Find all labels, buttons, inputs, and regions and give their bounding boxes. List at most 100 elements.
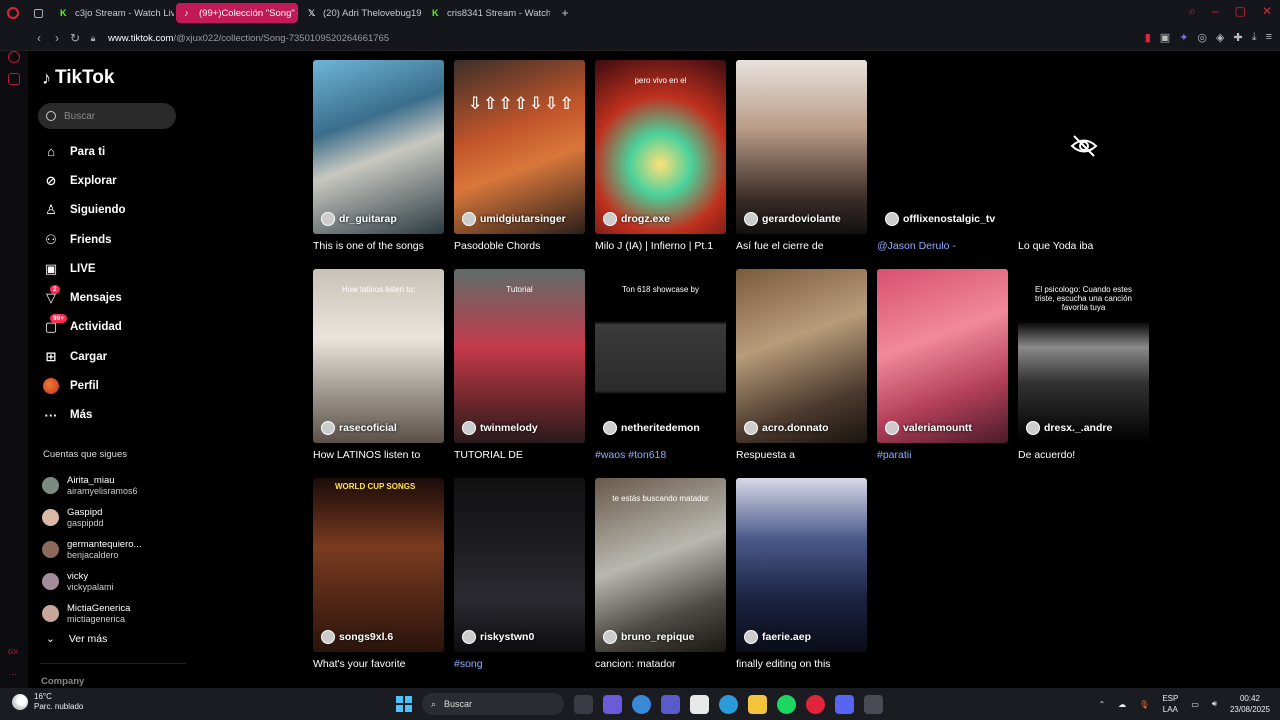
easy-setup-icon[interactable]: ≡ — [1266, 31, 1272, 44]
video-thumbnail[interactable]: riskystwn0 — [454, 478, 585, 652]
nav-item-actividad[interactable]: ▢ 99+ Actividad — [42, 313, 126, 342]
following-account[interactable]: Airita_miau airamyelisramos6 — [42, 469, 141, 501]
following-account[interactable]: Gaspipd gaspipdd — [42, 501, 141, 533]
browser-tab[interactable]: Kc3jo Stream - Watch Live — [52, 3, 174, 23]
video-card[interactable]: ⇩⇧⇧⇧⇩⇩⇧ umidgiutarsinger Pasodoble Chords — [454, 60, 585, 252]
language-indicator[interactable]: ESP LAA — [1162, 693, 1178, 715]
teams-icon[interactable] — [661, 694, 680, 714]
video-caption: @Jason Derulo - — [877, 240, 956, 252]
copilot-icon[interactable] — [603, 694, 622, 714]
maximize-icon[interactable]: ▢ — [1235, 4, 1246, 19]
video-thumbnail[interactable]: gerardoviolante — [736, 60, 867, 234]
video-card[interactable]: te estás buscando matador bruno_repique ca… — [595, 478, 726, 670]
video-card[interactable]: Ton 618 showcase by netheritedemon #waos #… — [595, 269, 726, 461]
sidebar-app-icon[interactable] — [8, 51, 20, 63]
nav-item-cargar[interactable]: ⊞ Cargar — [42, 342, 126, 371]
files-icon[interactable] — [748, 694, 767, 714]
nav-item-mensajes[interactable]: ▽ 2 Mensajes — [42, 283, 126, 312]
url-field[interactable]: www.tiktok.com/@xjux022/collection/Song-… — [108, 33, 389, 44]
video-card[interactable]: WORLD CUP SONGS songs9xl.6 What's your fav… — [313, 478, 444, 670]
video-thumbnail[interactable]: offlixenostalgic_tv — [877, 60, 1008, 234]
video-card[interactable]: offlixenostalgic_tv @Jason Derulo - — [877, 60, 1008, 252]
chevron-up-icon[interactable]: ⌃ — [1098, 700, 1105, 709]
spotify-icon[interactable] — [777, 694, 796, 714]
back-icon[interactable]: ‹ — [30, 31, 48, 45]
weather-widget[interactable]: 16°C Parc. nublado — [12, 692, 83, 712]
video-thumbnail[interactable]: Tutorial twinmelody — [454, 269, 585, 443]
reload-icon[interactable]: ↻ — [66, 31, 84, 45]
browser-tab[interactable]: ♪ (99+)Colección "Song" c — [176, 3, 298, 23]
nav-item-explorar[interactable]: ⊘ Explorar — [42, 166, 126, 195]
video-card[interactable]: How latinos listen to: rasecoficial How LA… — [313, 269, 444, 461]
video-card[interactable]: faerie.aep finally editing on this — [736, 478, 867, 670]
see-more-button[interactable]: ⌄ Ver más — [46, 633, 107, 645]
video-card[interactable]: Tutorial twinmelody TUTORIAL DE — [454, 269, 585, 461]
download-icon[interactable]: ⤓ — [1252, 31, 1257, 44]
sidebar-app-icon[interactable]: GX — [8, 649, 20, 661]
forward-icon[interactable]: › — [48, 31, 66, 45]
extension-icon[interactable]: ◎ — [1197, 31, 1207, 44]
video-thumbnail[interactable]: El psicologo: Cuando estes triste, escuc… — [1018, 269, 1149, 443]
video-thumbnail[interactable]: te estás buscando matador bruno_repique — [595, 478, 726, 652]
video-card[interactable]: gerardoviolante Así fue el cierre de — [736, 60, 867, 252]
sidebar-app-icon[interactable] — [8, 73, 20, 85]
nav-item-siguiendo[interactable]: ♙ Siguiendo — [42, 196, 125, 225]
taskbar-search[interactable]: ⌕ Buscar — [422, 693, 564, 715]
nav-item-friends[interactable]: ⚇ Friends — [42, 225, 126, 254]
new-tab-button[interactable]: + — [556, 4, 574, 22]
workspace-icon[interactable] — [28, 3, 50, 23]
extension-icon[interactable]: ◈ — [1216, 31, 1224, 44]
minimize-icon[interactable]: – — [1212, 4, 1219, 19]
chrome-icon[interactable] — [632, 694, 651, 714]
video-thumbnail[interactable]: valeriamountt — [877, 269, 1008, 443]
opera-icon[interactable] — [806, 694, 825, 714]
extension-icon[interactable]: ✦ — [1179, 31, 1188, 44]
video-card[interactable]: pero vivo en el drogz.exe Milo J (IA) | In… — [595, 60, 726, 252]
store-icon[interactable] — [690, 694, 709, 714]
nav-item-mas[interactable]: ··· Más — [42, 401, 126, 430]
video-thumbnail[interactable]: faerie.aep — [736, 478, 867, 652]
video-card[interactable]: riskystwn0 #song — [454, 478, 585, 670]
sidebar-more-icon[interactable]: ··· — [8, 669, 20, 681]
edge-icon[interactable] — [719, 694, 738, 714]
mic-icon[interactable]: 🎙︎ — [1139, 700, 1149, 709]
opera-menu-icon[interactable] — [0, 0, 26, 26]
following-account[interactable]: germantequiero... benjacaldero — [42, 533, 141, 565]
puzzle-icon[interactable]: ✚ — [1233, 31, 1242, 44]
task-view-icon[interactable] — [574, 694, 593, 714]
video-thumbnail[interactable]: WORLD CUP SONGS songs9xl.6 — [313, 478, 444, 652]
video-thumbnail[interactable]: dr_guitarap — [313, 60, 444, 234]
search-tabs-icon[interactable]: ⌕ — [1189, 4, 1196, 19]
following-account[interactable]: MictiaGenerica mictiagenerica — [42, 597, 141, 629]
video-overlay-text: ⇩⇧⇧⇧⇩⇩⇧ — [468, 94, 575, 113]
browser-tab[interactable]: 𝕏 (20) Adri Thelovebug19 ( — [300, 3, 422, 23]
extension-icon[interactable]: ▣ — [1160, 31, 1170, 44]
steam-icon[interactable] — [864, 694, 883, 714]
nav-item-perfil[interactable]: Perfil — [42, 371, 126, 400]
nav-item-live[interactable]: ▣ LIVE — [42, 254, 126, 283]
company-link[interactable]: Company — [41, 676, 84, 687]
browser-tab[interactable]: Kcris8341 Stream - Watch — [424, 3, 550, 23]
close-window-icon[interactable]: ✕ — [1262, 4, 1272, 19]
discord-icon[interactable] — [835, 694, 854, 714]
video-thumbnail[interactable]: Ton 618 showcase by netheritedemon — [595, 269, 726, 443]
search-input[interactable]: Buscar — [38, 103, 176, 129]
video-card[interactable]: valeriamountt #paratii — [877, 269, 1008, 461]
video-thumbnail[interactable]: pero vivo en el drogz.exe — [595, 60, 726, 234]
compass-icon: ⊘ — [45, 172, 57, 188]
start-button[interactable] — [396, 696, 412, 712]
video-card[interactable]: acro.donnato Respuesta a — [736, 269, 867, 461]
video-thumbnail[interactable]: How latinos listen to: rasecoficial — [313, 269, 444, 443]
clock[interactable]: 00:42 23/08/2025 — [1230, 693, 1270, 715]
network-icon[interactable]: ▭ — [1191, 700, 1199, 709]
tiktok-logo[interactable]: ♪ TikTok — [42, 67, 114, 89]
video-card[interactable]: El psicologo: Cuando estes triste, escuc… — [1018, 269, 1149, 461]
following-account[interactable]: vicky vickypalami — [42, 565, 141, 597]
video-thumbnail[interactable]: ⇩⇧⇧⇧⇩⇩⇧ umidgiutarsinger — [454, 60, 585, 234]
video-card[interactable]: dr_guitarap This is one of the songs — [313, 60, 444, 252]
nav-item-para-ti[interactable]: ⌂ Para ti — [42, 137, 126, 166]
cloud-icon[interactable]: ☁ — [1118, 700, 1126, 709]
extension-icon[interactable]: ▮ — [1145, 31, 1151, 44]
video-thumbnail[interactable]: acro.donnato — [736, 269, 867, 443]
volume-icon[interactable]: 🔊︎ — [1212, 699, 1217, 709]
